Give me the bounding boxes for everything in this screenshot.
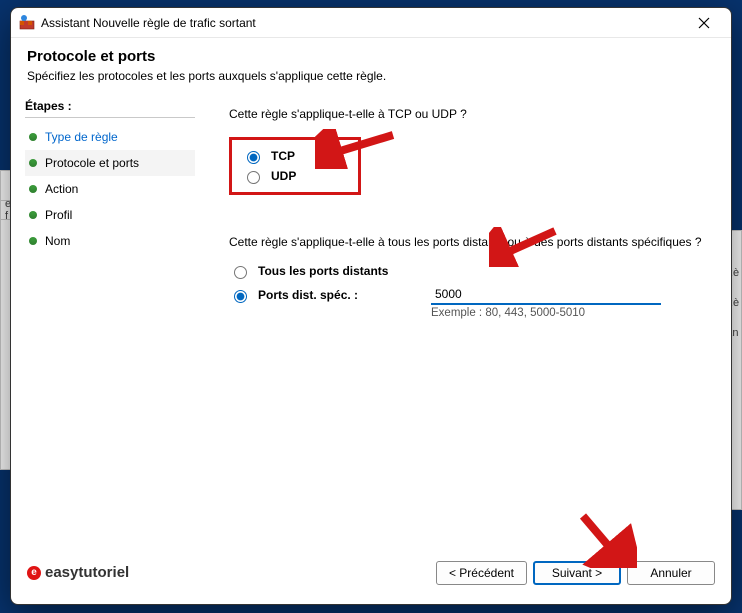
question-protocol: Cette règle s'applique-t-elle à TCP ou U… xyxy=(229,107,707,121)
watermark-icon: e xyxy=(27,566,41,580)
step-label: Nom xyxy=(45,234,70,248)
radio-specific-ports-label: Ports dist. spéc. : xyxy=(258,288,358,302)
step-bullet-icon xyxy=(29,237,37,245)
close-icon xyxy=(698,17,710,29)
radio-specific-ports-input[interactable] xyxy=(234,290,247,303)
step-action[interactable]: Action xyxy=(25,176,195,202)
step-label: Profil xyxy=(45,208,72,222)
step-bullet-icon xyxy=(29,211,37,219)
watermark-text: easytutoriel xyxy=(45,564,129,581)
footer: e easytutoriel < Précédent Suivant > Ann… xyxy=(11,547,731,604)
step-type-de-regle[interactable]: Type de règle xyxy=(25,124,195,150)
step-nom[interactable]: Nom xyxy=(25,228,195,254)
watermark: e easytutoriel xyxy=(27,564,129,581)
steps-title: Étapes : xyxy=(25,99,195,118)
header: Protocole et ports Spécifiez les protoco… xyxy=(11,38,731,97)
step-bullet-icon xyxy=(29,133,37,141)
radio-tcp-input[interactable] xyxy=(247,151,260,164)
step-protocole-et-ports[interactable]: Protocole et ports xyxy=(25,150,195,176)
radio-all-ports-label: Tous les ports distants xyxy=(258,264,388,278)
page-title: Protocole et ports xyxy=(27,48,715,65)
back-button[interactable]: < Précédent xyxy=(436,561,527,585)
page-subtitle: Spécifiez les protocoles et les ports au… xyxy=(27,69,715,83)
radio-tcp[interactable]: TCP xyxy=(242,146,296,166)
window-title: Assistant Nouvelle règle de trafic sorta… xyxy=(41,16,683,30)
radio-all-ports[interactable]: Tous les ports distants xyxy=(229,261,707,281)
question-ports: Cette règle s'applique-t-elle à tous les… xyxy=(229,235,707,249)
step-profil[interactable]: Profil xyxy=(25,202,195,228)
step-label: Type de règle xyxy=(45,130,118,144)
step-bullet-icon xyxy=(29,185,37,193)
step-label: Protocole et ports xyxy=(45,156,139,170)
radio-udp-label: UDP xyxy=(271,169,296,183)
radio-udp[interactable]: UDP xyxy=(242,166,296,186)
next-button[interactable]: Suivant > xyxy=(533,561,621,585)
title-bar: Assistant Nouvelle règle de trafic sorta… xyxy=(11,8,731,38)
radio-all-ports-input[interactable] xyxy=(234,266,247,279)
protocol-highlight-annotation: TCP UDP xyxy=(229,137,361,195)
firewall-icon xyxy=(19,15,35,31)
step-label: Action xyxy=(45,182,78,196)
radio-udp-input[interactable] xyxy=(247,171,260,184)
close-button[interactable] xyxy=(683,9,725,37)
ports-example: Exemple : 80, 443, 5000-5010 xyxy=(431,307,707,319)
dialog-window: Assistant Nouvelle règle de trafic sorta… xyxy=(10,7,732,605)
radio-tcp-label: TCP xyxy=(271,149,295,163)
main-content: Cette règle s'applique-t-elle à TCP ou U… xyxy=(195,97,717,547)
step-bullet-icon xyxy=(29,159,37,167)
cancel-button[interactable]: Annuler xyxy=(627,561,715,585)
radio-specific-ports[interactable]: Ports dist. spéc. : xyxy=(229,285,419,305)
steps-panel: Étapes : Type de règle Protocole et port… xyxy=(25,97,195,547)
specific-ports-input[interactable] xyxy=(431,285,661,305)
